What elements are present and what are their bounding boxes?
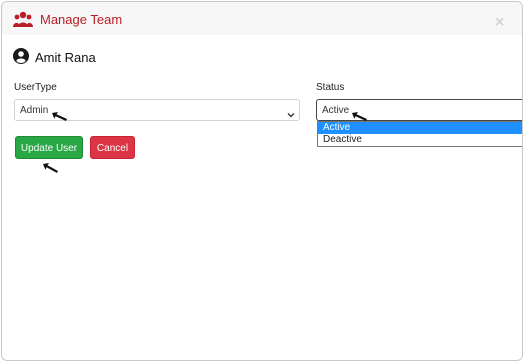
- cursor-pointer-icon: [52, 109, 68, 127]
- chevron-down-icon: [287, 106, 295, 124]
- cancel-button[interactable]: Cancel: [90, 136, 135, 159]
- status-option-deactive[interactable]: Deactive: [318, 134, 522, 146]
- update-user-button[interactable]: Update User: [15, 136, 83, 159]
- status-label: Status: [316, 82, 345, 93]
- team-icon: [13, 11, 33, 32]
- usertype-label: UserType: [14, 82, 57, 93]
- status-dropdown-list: Active Deactive: [317, 121, 522, 147]
- status-value: Active: [322, 105, 350, 116]
- user-name: Amit Rana: [35, 50, 96, 65]
- close-icon[interactable]: ×: [495, 15, 504, 31]
- status-option-active[interactable]: Active: [318, 122, 522, 134]
- modal-header: Manage Team ×: [2, 2, 522, 35]
- cursor-pointer-icon: [43, 162, 59, 180]
- cursor-pointer-icon: [352, 109, 368, 127]
- modal-title: Manage Team: [40, 12, 123, 27]
- usertype-value: Admin: [20, 105, 49, 116]
- status-select[interactable]: Active: [316, 99, 522, 121]
- user-circle-icon: [13, 48, 29, 69]
- manage-team-modal: Manage Team × Amit Rana UserType Admin S…: [1, 1, 523, 361]
